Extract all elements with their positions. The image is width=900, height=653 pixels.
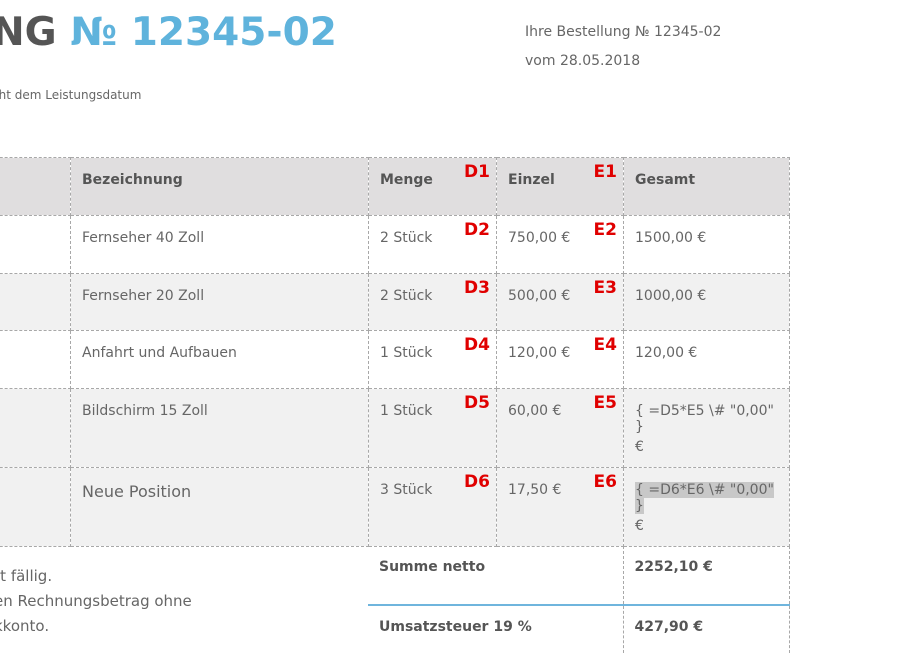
cell-pos[interactable] — [0, 330, 71, 389]
cell-bezeichnung[interactable]: Bildschirm 15 Zoll — [70, 388, 369, 468]
cell-bezeichnung[interactable]: Anfahrt und Aufbauen — [70, 330, 369, 389]
payment-notes: rt fällig. en Rechnungsbetrag ohne kkont… — [0, 564, 192, 639]
cell-menge[interactable]: 1 Stück D5 — [368, 388, 497, 468]
cell-ref-label: E3 — [593, 278, 617, 298]
header-cell-einzel[interactable]: Einzel E1 — [496, 157, 624, 216]
einzel-value: 120,00 € — [508, 345, 571, 361]
cell-gesamt[interactable]: { =D5*E5 \# "0,00" } € — [623, 388, 790, 468]
cell-bezeichnung[interactable]: Fernseher 20 Zoll — [70, 273, 369, 331]
cell-gesamt[interactable]: 1000,00 € — [623, 273, 790, 331]
totals-row-ust: Umsatzsteuer 19 % 427,90 € — [368, 604, 790, 653]
einzel-value: 750,00 € — [508, 230, 571, 246]
invoice-number: № 12345-02 — [70, 10, 337, 55]
cell-pos[interactable] — [0, 215, 71, 274]
ust-value[interactable]: 427,90 € — [623, 604, 790, 653]
header-cell-pos — [0, 157, 71, 216]
table-row: Neue Position 3 Stück D6 17,50 € E6 { =D… — [0, 467, 790, 547]
note-line: en Rechnungsbetrag ohne — [0, 592, 192, 610]
cell-ref-label: E6 — [593, 472, 617, 492]
cell-ref-label: E2 — [593, 220, 617, 240]
header-cell-bezeichnung[interactable]: Bezeichnung — [70, 157, 369, 216]
table-row: Anfahrt und Aufbauen 1 Stück D4 120,00 €… — [0, 330, 790, 389]
formula-field-selected[interactable]: { =D6*E6 \# "0,00" } — [635, 482, 774, 514]
cell-bezeichnung[interactable]: Fernseher 40 Zoll — [70, 215, 369, 274]
cell-gesamt[interactable]: 120,00 € — [623, 330, 790, 389]
formula-field[interactable]: { =D5*E5 \# "0,00" } — [635, 403, 774, 435]
table-row: Fernseher 40 Zoll 2 Stück D2 750,00 € E2… — [0, 215, 790, 274]
cell-ref-label: D3 — [464, 278, 490, 298]
cell-ref-label: E4 — [593, 335, 617, 355]
header-cell-gesamt[interactable]: Gesamt — [623, 157, 790, 216]
cell-einzel[interactable]: 120,00 € E4 — [496, 330, 624, 389]
order-date: vom 28.05.2018 — [525, 53, 641, 69]
menge-value: 2 Stück — [380, 288, 433, 304]
invoice-items-table: Bezeichnung Menge D1 Einzel E1 Gesamt Fe… — [0, 157, 790, 547]
cell-einzel[interactable]: 750,00 € E2 — [496, 215, 624, 274]
table-row: Bildschirm 15 Zoll 1 Stück D5 60,00 € E5… — [0, 388, 790, 468]
menge-value: 1 Stück — [380, 403, 433, 419]
einzel-value: 60,00 € — [508, 403, 562, 419]
cell-menge[interactable]: 1 Stück D4 — [368, 330, 497, 389]
menge-value: 2 Stück — [380, 230, 433, 246]
cell-ref-label: D6 — [464, 472, 490, 492]
cell-ref-label: D1 — [464, 162, 490, 182]
subtitle-note: cht dem Leistungsdatum — [0, 88, 142, 102]
menge-value: 3 Stück — [380, 482, 433, 498]
cell-ref-label: D4 — [464, 335, 490, 355]
cell-pos[interactable] — [0, 273, 71, 331]
cell-ref-label: D2 — [464, 220, 490, 240]
ust-label[interactable]: Umsatzsteuer 19 % — [368, 604, 624, 653]
header-menge-label: Menge — [380, 172, 433, 188]
invoice-title: NG № 12345-02 — [0, 10, 337, 55]
header-einzel-label: Einzel — [508, 172, 555, 188]
cell-menge[interactable]: 2 Stück D2 — [368, 215, 497, 274]
cell-pos[interactable] — [0, 388, 71, 468]
einzel-value: 500,00 € — [508, 288, 571, 304]
header-cell-menge[interactable]: Menge D1 — [368, 157, 497, 216]
cell-einzel[interactable]: 17,50 € E6 — [496, 467, 624, 547]
cell-einzel[interactable]: 500,00 € E3 — [496, 273, 624, 331]
note-line: rt fällig. — [0, 567, 53, 585]
netto-value[interactable]: 2252,10 € — [623, 546, 790, 605]
cell-ref-label: E1 — [593, 162, 617, 182]
order-info: Ihre Bestellung № 12345-02 vom 28.05.201… — [525, 18, 721, 76]
cell-ref-label: E5 — [593, 393, 617, 413]
table-row: Fernseher 20 Zoll 2 Stück D3 500,00 € E3… — [0, 273, 790, 331]
currency-unit: € — [635, 439, 644, 455]
table-header-row: Bezeichnung Menge D1 Einzel E1 Gesamt — [0, 157, 790, 216]
netto-label[interactable]: Summe netto — [368, 546, 624, 605]
order-reference: Ihre Bestellung № 12345-02 — [525, 24, 722, 40]
currency-unit: € — [635, 518, 644, 534]
cell-ref-label: D5 — [464, 393, 490, 413]
cell-einzel[interactable]: 60,00 € E5 — [496, 388, 624, 468]
cell-bezeichnung[interactable]: Neue Position — [70, 467, 369, 547]
invoice-title-word: NG — [0, 10, 57, 55]
note-line: kkonto. — [0, 617, 50, 635]
cell-gesamt[interactable]: 1500,00 € — [623, 215, 790, 274]
cell-pos[interactable] — [0, 467, 71, 547]
cell-menge[interactable]: 3 Stück D6 — [368, 467, 497, 547]
einzel-value: 17,50 € — [508, 482, 562, 498]
cell-menge[interactable]: 2 Stück D3 — [368, 273, 497, 331]
menge-value: 1 Stück — [380, 345, 433, 361]
totals-table: Summe netto 2252,10 € Umsatzsteuer 19 % … — [368, 546, 790, 653]
cell-gesamt[interactable]: { =D6*E6 \# "0,00" } € — [623, 467, 790, 547]
totals-row-netto: Summe netto 2252,10 € — [368, 546, 790, 605]
